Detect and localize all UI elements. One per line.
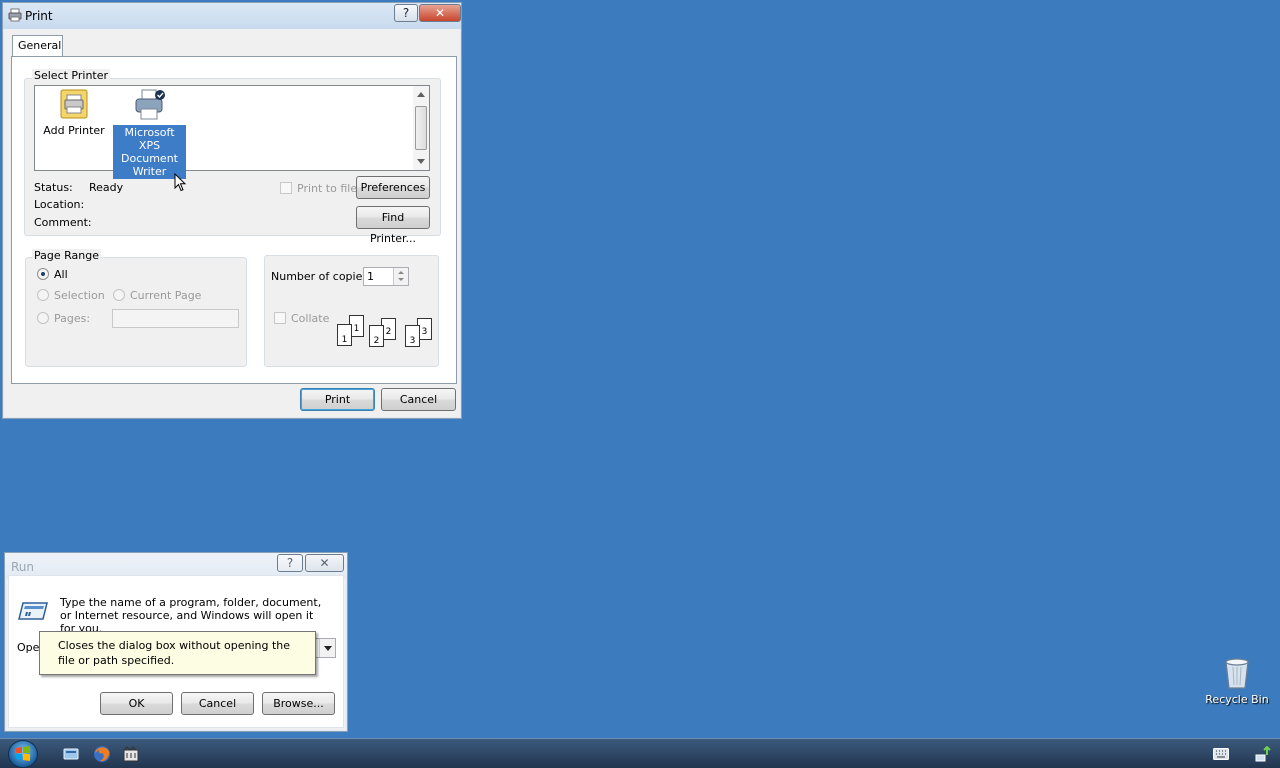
run-browse-button[interactable]: Browse... bbox=[262, 692, 335, 715]
current-page-radio-label: Current Page bbox=[130, 289, 202, 302]
spin-up-icon[interactable] bbox=[398, 271, 404, 274]
taskbar bbox=[0, 738, 1280, 768]
chevron-down-icon bbox=[324, 646, 332, 651]
open-dropdown-button[interactable] bbox=[319, 639, 335, 657]
copies-label: Number of copies: bbox=[271, 270, 372, 283]
collate-digit: 2 bbox=[385, 327, 392, 337]
start-button[interactable] bbox=[8, 740, 38, 768]
printer-list-scrollbar[interactable] bbox=[413, 86, 429, 170]
status-value: Ready bbox=[89, 181, 124, 194]
firefox-icon[interactable] bbox=[93, 745, 111, 763]
collate-page: 3 bbox=[405, 325, 420, 347]
pages-radio-label: Pages: bbox=[54, 312, 91, 325]
run-title: Run bbox=[11, 560, 35, 574]
copies-spinner[interactable] bbox=[393, 268, 408, 285]
run-description: Type the name of a program, folder, docu… bbox=[60, 596, 322, 635]
run-ok-button[interactable]: OK bbox=[100, 692, 173, 715]
pages-input[interactable] bbox=[112, 309, 239, 328]
run-icon bbox=[18, 602, 48, 620]
network-icon[interactable] bbox=[1255, 746, 1271, 762]
help-button[interactable]: ? bbox=[394, 4, 418, 22]
cancel-button[interactable]: Cancel bbox=[381, 388, 456, 411]
print-to-file-checkbox[interactable] bbox=[280, 182, 292, 194]
print-button[interactable]: Print bbox=[300, 388, 375, 411]
all-radio-label: All bbox=[54, 268, 68, 281]
scroll-thumb[interactable] bbox=[415, 106, 427, 150]
printer-item-add-label: Add Printer bbox=[43, 124, 105, 137]
tooltip-text: Closes the dialog box without opening th… bbox=[58, 639, 291, 667]
printer-item-xps[interactable]: Microsoft XPS Document Writer bbox=[112, 88, 187, 179]
run-cancel-button[interactable]: Cancel bbox=[181, 692, 254, 715]
print-title: Print bbox=[25, 9, 53, 23]
collate-illustration: 1 1 2 2 3 3 bbox=[335, 315, 435, 351]
current-page-radio[interactable] bbox=[113, 289, 125, 301]
find-printer-button[interactable]: Find Printer... bbox=[356, 206, 430, 245]
mouse-cursor-icon bbox=[174, 173, 187, 192]
recycle-bin-label: Recycle Bin bbox=[1205, 693, 1269, 706]
selection-radio-label: Selection bbox=[54, 289, 105, 302]
spin-down-icon[interactable] bbox=[398, 278, 404, 281]
location-label: Location: bbox=[34, 198, 85, 211]
recycle-bin[interactable]: Recycle Bin bbox=[1204, 656, 1270, 710]
tab-general-label: General bbox=[18, 39, 62, 52]
tab-general[interactable]: General bbox=[12, 35, 63, 57]
print-titlebar[interactable]: Print ? ✕ bbox=[3, 3, 461, 29]
print-to-file-label: Print to file bbox=[297, 182, 358, 195]
printer-icon bbox=[135, 89, 165, 120]
comment-label: Comment: bbox=[34, 216, 92, 229]
media-icon[interactable] bbox=[123, 746, 139, 762]
pages-radio[interactable] bbox=[37, 312, 49, 324]
add-printer-icon bbox=[60, 89, 88, 119]
printer-list[interactable]: Add Printer Microsoft XPS Document Write… bbox=[34, 85, 430, 179]
collate-digit: 3 bbox=[409, 336, 416, 346]
run-help-button[interactable]: ? bbox=[277, 554, 303, 572]
collate-page: 1 bbox=[337, 324, 352, 346]
printer-item-xps-label: Microsoft XPS Document Writer bbox=[113, 125, 186, 179]
printer-title-icon bbox=[8, 8, 22, 22]
recycle-bin-icon bbox=[1225, 658, 1249, 689]
printer-item-add[interactable]: Add Printer bbox=[41, 88, 107, 140]
run-close-button[interactable]: ✕ bbox=[305, 554, 344, 572]
status-label: Status: bbox=[34, 181, 73, 194]
tooltip: Closes the dialog box without opening th… bbox=[39, 631, 316, 675]
collate-digit: 3 bbox=[421, 327, 428, 337]
collate-page: 2 bbox=[369, 325, 384, 347]
collate-digit: 1 bbox=[353, 324, 360, 334]
all-radio[interactable] bbox=[37, 268, 49, 280]
print-dialog: Print ? ✕ General Select Printer Add Pri… bbox=[2, 2, 462, 419]
collate-digit: 2 bbox=[373, 336, 380, 346]
collate-digit: 1 bbox=[341, 335, 348, 345]
selection-radio[interactable] bbox=[37, 289, 49, 301]
close-button[interactable]: ✕ bbox=[419, 4, 461, 22]
scroll-up-icon[interactable] bbox=[417, 92, 425, 97]
copies-input[interactable]: 1 bbox=[363, 267, 409, 286]
collate-label: Collate bbox=[291, 312, 330, 325]
select-printer-label: Select Printer bbox=[32, 69, 111, 82]
explorer-icon[interactable] bbox=[63, 746, 79, 762]
collate-checkbox[interactable] bbox=[274, 312, 286, 324]
copies-value: 1 bbox=[367, 270, 374, 283]
scroll-down-icon[interactable] bbox=[417, 159, 425, 164]
page-range-label: Page Range bbox=[32, 249, 101, 262]
keyboard-icon[interactable] bbox=[1213, 748, 1229, 760]
windows-logo-icon bbox=[16, 746, 30, 761]
preferences-button[interactable]: Preferences bbox=[356, 176, 430, 199]
